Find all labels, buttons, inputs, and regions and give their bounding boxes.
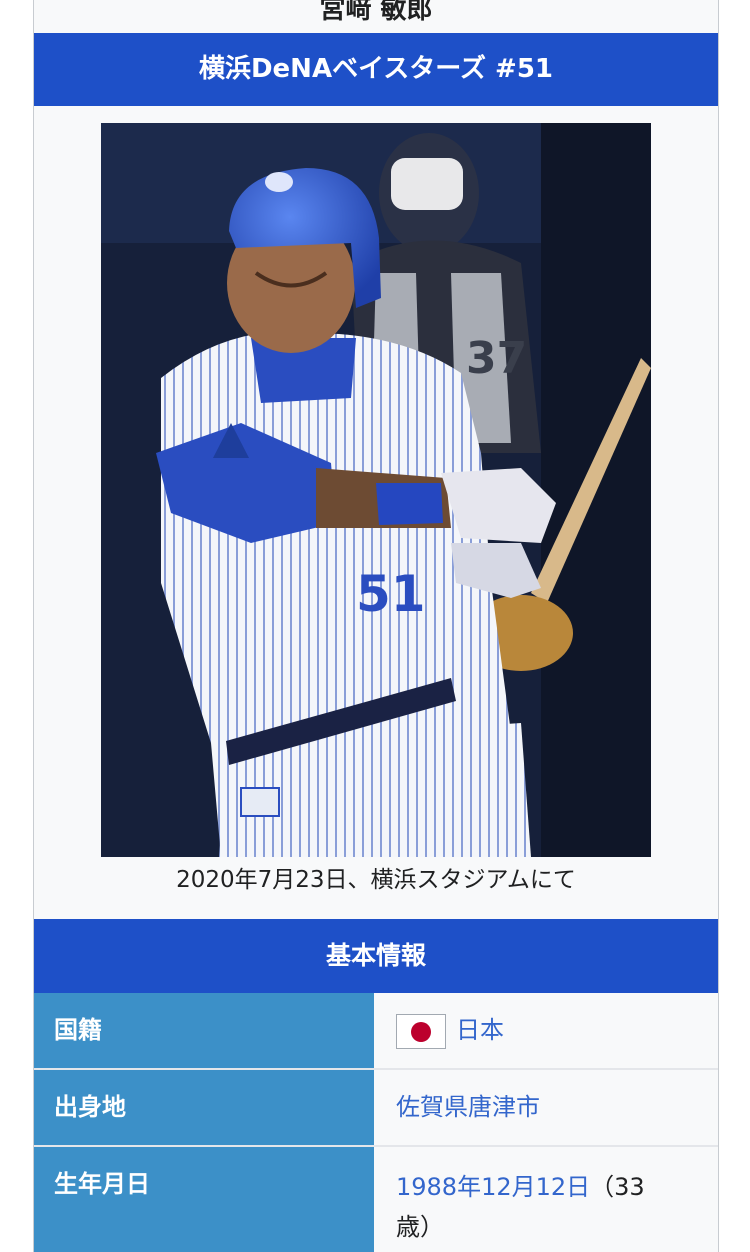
nationality-row: 国籍 日本 xyxy=(34,993,718,1068)
birthplace-row: 出身地 佐賀県唐津市 xyxy=(34,1070,718,1145)
player-infobox: 宮﨑 敏郎 横浜DeNAベイスターズ #51 37 51 2020年7月23日、… xyxy=(33,0,719,1252)
team-number-header: 横浜DeNAベイスターズ #51 xyxy=(34,33,718,106)
photo-caption: 2020年7月23日、横浜スタジアムにて xyxy=(176,867,576,893)
age-text-suffix: 歳） xyxy=(396,1213,444,1241)
birthplace-label: 出身地 xyxy=(34,1070,374,1145)
age-text: （33 xyxy=(590,1173,645,1201)
birthplace-link[interactable]: 佐賀県唐津市 xyxy=(396,1093,540,1121)
nationality-value: 日本 xyxy=(376,993,718,1068)
birthdate-label: 生年月日 xyxy=(34,1147,374,1252)
flag-disc xyxy=(411,1021,431,1042)
birthdate-link[interactable]: 1988年12月12日 xyxy=(396,1173,590,1201)
nationality-label: 国籍 xyxy=(34,993,374,1068)
player-photo[interactable]: 37 51 xyxy=(101,123,651,857)
player-name: 宮﨑 敏郎 xyxy=(319,0,433,25)
svg-text:37: 37 xyxy=(466,333,527,384)
birthdate-row: 生年月日 1988年12月12日（33 歳） xyxy=(34,1147,718,1252)
batter-photo-illustration: 37 51 xyxy=(101,123,651,857)
birthdate-value: 1988年12月12日（33 歳） xyxy=(376,1147,718,1252)
basic-info-header: 基本情報 xyxy=(34,919,718,993)
japan-flag-icon[interactable] xyxy=(396,1013,446,1049)
birthplace-value: 佐賀県唐津市 xyxy=(376,1070,718,1145)
page: 宮﨑 敏郎 横浜DeNAベイスターズ #51 37 51 2020年7月23日、… xyxy=(0,0,750,1252)
nationality-link[interactable]: 日本 xyxy=(456,1016,504,1044)
jersey-number: 51 xyxy=(356,565,426,623)
